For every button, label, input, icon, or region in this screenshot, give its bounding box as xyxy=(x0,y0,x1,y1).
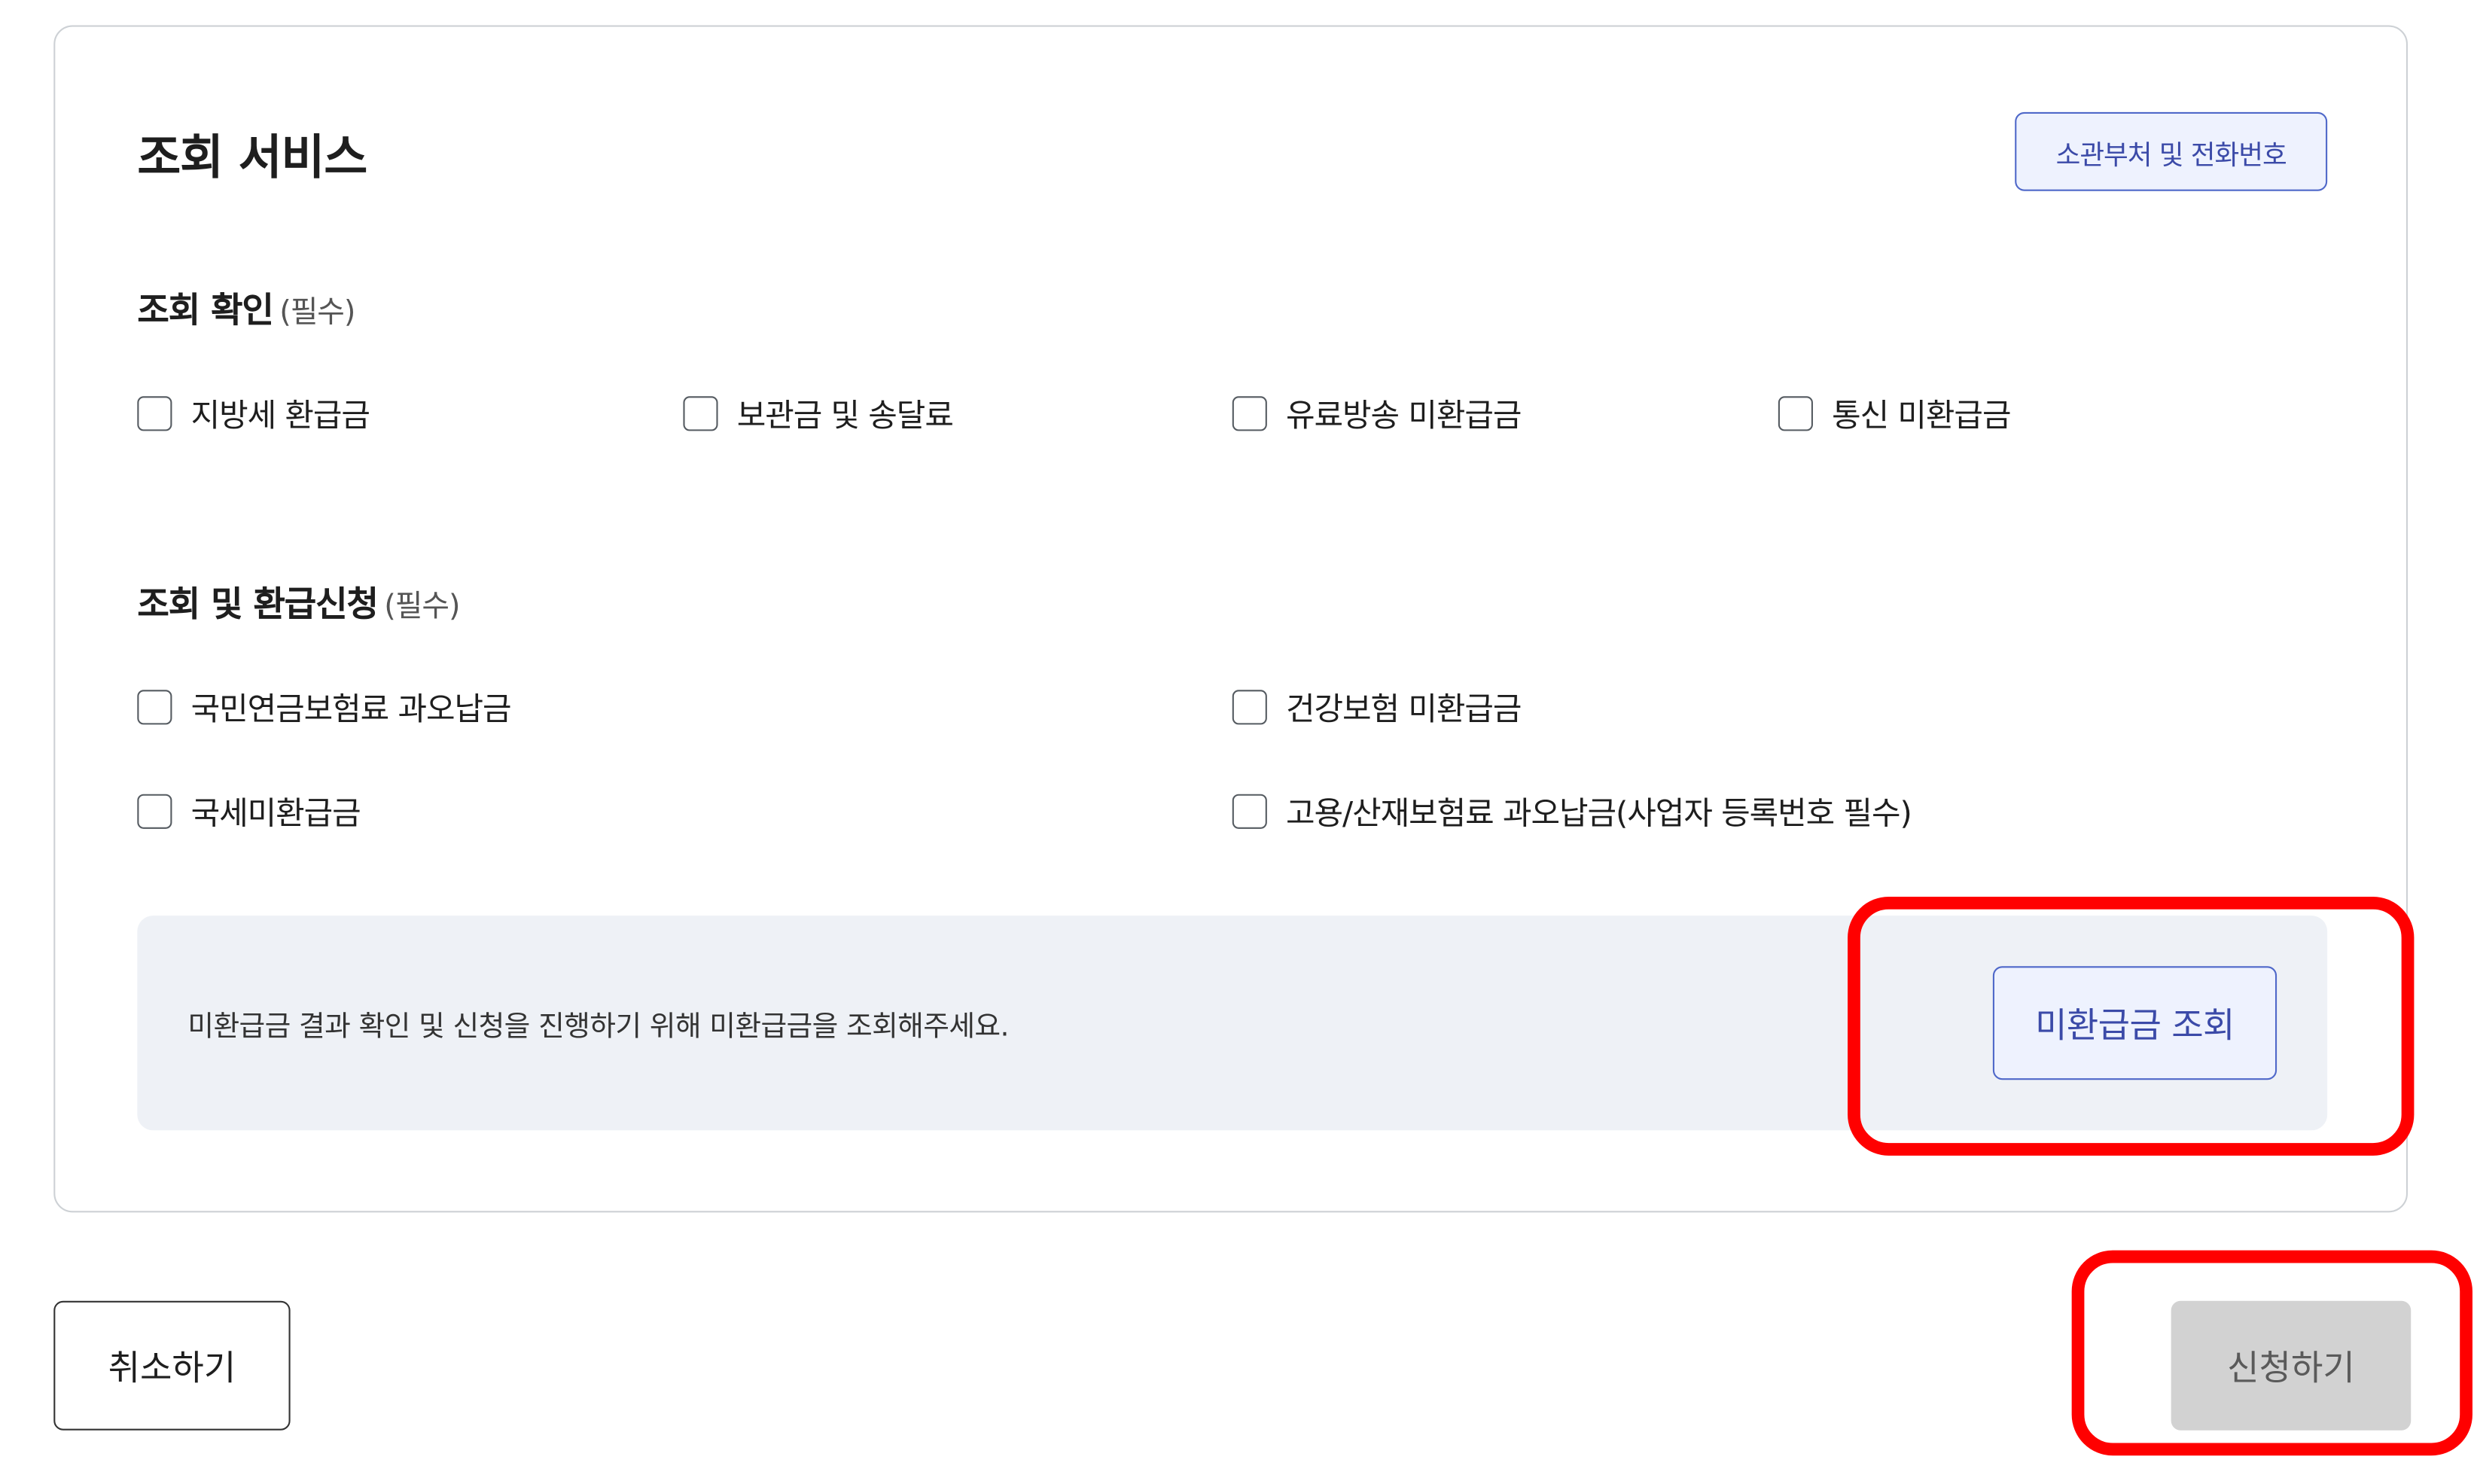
checkbox-label: 지방세 환급금 xyxy=(190,396,370,434)
department-phone-button[interactable]: 소관부처 및 전화번호 xyxy=(2015,111,2328,191)
page-root: 조회 서비스 소관부처 및 전화번호 조회 확인 (필수) 지방세 환급금 보관금… xyxy=(0,0,2474,1484)
checkbox-item-local-tax-refund[interactable]: 지방세 환급금 xyxy=(137,390,370,436)
checkbox-label: 유료방송 미환급금 xyxy=(1285,396,1522,434)
checkbox-item-national-tax-refund[interactable]: 국세미환급금 xyxy=(137,788,361,833)
cancel-button[interactable]: 취소하기 xyxy=(53,1300,291,1431)
checkbox-label: 통신 미환급금 xyxy=(1832,396,2011,434)
checkbox-item-health-insurance-refund[interactable]: 건강보험 미환급금 xyxy=(1232,684,1522,730)
section-inquiry-heading: 조회 확인 xyxy=(137,291,274,332)
checkbox[interactable] xyxy=(1232,395,1267,431)
checkbox-item-telecom-refund[interactable]: 통신 미환급금 xyxy=(1778,390,2012,436)
section-inquiry-title: 조회 확인 (필수) xyxy=(137,282,355,333)
inquiry-service-card: 조회 서비스 소관부처 및 전화번호 조회 확인 (필수) 지방세 환급금 보관금… xyxy=(53,25,2408,1213)
notice-text: 미환급금 결과 확인 및 신청을 진행하기 위해 미환급금을 조회해주세요. xyxy=(187,1010,1009,1044)
checkbox-label: 국민연금보험료 과오납금 xyxy=(190,690,512,728)
checkbox[interactable] xyxy=(683,395,718,431)
checkbox-item-deposit-fee[interactable]: 보관금 및 송달료 xyxy=(683,390,954,436)
checkbox-label: 건강보험 미환급금 xyxy=(1285,690,1522,728)
checkbox-label: 국세미환급금 xyxy=(190,794,361,833)
checkbox[interactable] xyxy=(137,689,172,724)
checkbox[interactable] xyxy=(1778,395,1813,431)
checkbox-label: 고용/산재보험료 과오납금(사업자 등록번호 필수) xyxy=(1285,794,1912,833)
checkbox[interactable] xyxy=(1232,793,1267,828)
checkbox[interactable] xyxy=(137,395,172,431)
checkbox-item-paid-broadcast-refund[interactable]: 유료방송 미환급금 xyxy=(1232,390,1522,436)
required-note: (필수) xyxy=(384,589,460,624)
checkbox-label: 보관금 및 송달료 xyxy=(736,396,954,434)
checkbox[interactable] xyxy=(1232,689,1267,724)
notice-box: 미환급금 결과 확인 및 신청을 진행하기 위해 미환급금을 조회해주세요. 미… xyxy=(137,916,2328,1131)
card-title: 조회 서비스 xyxy=(137,131,367,187)
checkbox-item-employment-insurance-overpayment[interactable]: 고용/산재보험료 과오납금(사업자 등록번호 필수) xyxy=(1232,788,1912,833)
refund-lookup-button[interactable]: 미환급금 조회 xyxy=(1992,966,2277,1080)
section-refund-title: 조회 및 환급신청 (필수) xyxy=(137,576,460,626)
checkbox[interactable] xyxy=(137,793,172,828)
section-refund-heading: 조회 및 환급신청 xyxy=(137,585,379,626)
apply-button[interactable]: 신청하기 xyxy=(2171,1300,2412,1431)
checkbox-item-national-pension-overpayment[interactable]: 국민연금보험료 과오납금 xyxy=(137,684,512,730)
required-note: (필수) xyxy=(279,295,355,331)
